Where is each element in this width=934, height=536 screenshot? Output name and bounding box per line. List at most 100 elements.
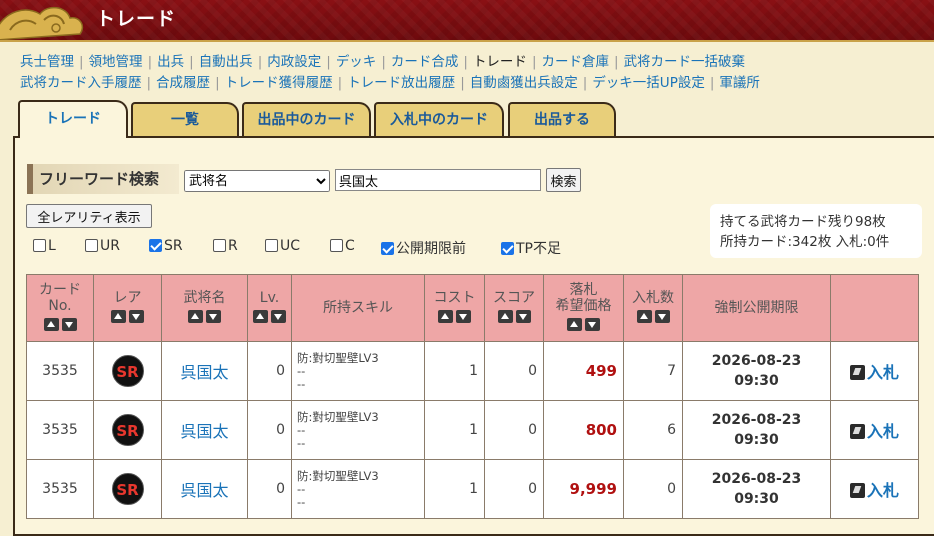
nav-link[interactable]: 内政設定 — [267, 54, 321, 70]
tab-listed-cards[interactable]: 出品中のカード — [242, 102, 371, 136]
sort-buttons[interactable] — [636, 309, 670, 323]
col-cost[interactable]: コスト — [424, 274, 485, 342]
bid-button[interactable]: 入札 — [867, 422, 899, 441]
nav-link[interactable]: 合成履歴 — [156, 75, 210, 91]
sort-buttons[interactable] — [497, 309, 531, 323]
sort-buttons[interactable] — [438, 309, 471, 323]
sort-desc-icon[interactable] — [585, 317, 600, 331]
deadline-time: 09:30 — [734, 373, 779, 389]
checkbox[interactable] — [330, 239, 343, 252]
col-price[interactable]: 落札 希望価格 — [543, 274, 624, 342]
nav-link[interactable]: デッキ一括UP設定 — [592, 75, 705, 91]
checkbox[interactable] — [265, 239, 278, 252]
nav-separator: | — [146, 75, 152, 91]
nav-link[interactable]: トレード獲得履歴 — [225, 75, 333, 91]
sort-desc-icon[interactable] — [61, 317, 77, 331]
tab-trade[interactable]: トレード — [18, 100, 128, 138]
filter-sr[interactable]: SR — [149, 238, 183, 254]
hammer-icon[interactable] — [849, 365, 865, 380]
checkbox[interactable] — [501, 242, 514, 255]
filter-公開期限前[interactable]: 公開期限前 — [381, 238, 466, 258]
filter-l[interactable]: L — [33, 238, 56, 254]
search-input[interactable] — [335, 169, 541, 191]
sort-desc-icon[interactable] — [129, 309, 144, 323]
sort-asc-icon[interactable] — [438, 309, 453, 323]
filter-label: R — [228, 238, 238, 254]
filter-ur[interactable]: UR — [85, 238, 120, 254]
skill-2: -- — [297, 422, 306, 437]
sort-asc-icon[interactable] — [636, 309, 652, 323]
checkbox[interactable] — [213, 239, 226, 252]
tab-list[interactable]: 一覧 — [131, 102, 239, 136]
col-action — [830, 274, 919, 342]
checkbox[interactable] — [85, 239, 98, 252]
sort-asc-icon[interactable] — [43, 317, 59, 331]
nav-link[interactable]: トレード放出履歴 — [347, 75, 455, 91]
nav-link[interactable]: 武将カード一括破棄 — [624, 54, 746, 70]
col-score[interactable]: スコア — [484, 274, 544, 342]
filter-uc[interactable]: UC — [265, 238, 300, 254]
checkbox[interactable] — [33, 239, 46, 252]
sort-asc-icon[interactable] — [497, 309, 513, 323]
skills-cell: 防:對切聖壁LV3 -- -- — [291, 341, 425, 401]
nav-link[interactable]: 自動出兵 — [199, 54, 253, 70]
deadline-time: 09:30 — [734, 432, 779, 448]
tab-sell[interactable]: 出品する — [508, 102, 616, 136]
sort-buttons[interactable] — [188, 309, 221, 323]
card-cost: 1 — [424, 341, 485, 401]
search-button[interactable]: 検索 — [546, 168, 581, 192]
card-cost: 1 — [424, 400, 485, 460]
search-field-select[interactable]: 武将名 — [184, 170, 330, 192]
sort-asc-icon[interactable] — [188, 309, 203, 323]
sort-desc-icon[interactable] — [456, 309, 471, 323]
nav-link[interactable]: 武将カード入手履歴 — [20, 75, 142, 91]
rarity-cell: SR — [93, 459, 162, 519]
filter-tp不足[interactable]: TP不足 — [501, 238, 561, 258]
sort-buttons[interactable] — [111, 309, 144, 323]
sort-desc-icon[interactable] — [515, 309, 531, 323]
general-name-link[interactable]: 呉国太 — [161, 341, 248, 401]
sort-buttons[interactable] — [253, 309, 286, 323]
show-all-rarity-button[interactable]: 全レアリティ表示 — [26, 204, 152, 228]
deadline-cell: 2026-08-23 09:30 — [682, 341, 831, 401]
nav-link[interactable]: カード倉庫 — [542, 54, 610, 70]
sort-buttons[interactable] — [567, 317, 600, 331]
nav-link[interactable]: 軍議所 — [719, 75, 760, 91]
filter-label: 公開期限前 — [396, 241, 466, 257]
sort-asc-icon[interactable] — [567, 317, 582, 331]
nav-link[interactable]: 領地管理 — [89, 54, 143, 70]
col-name[interactable]: 武将名 — [161, 274, 248, 342]
nav-link[interactable]: 兵士管理 — [20, 54, 74, 70]
filter-c[interactable]: C — [330, 238, 355, 254]
sort-desc-icon[interactable] — [206, 309, 221, 323]
hammer-icon[interactable] — [849, 424, 865, 439]
general-name-link[interactable]: 呉国太 — [161, 459, 248, 519]
col-rare[interactable]: レア — [93, 274, 162, 342]
sort-desc-icon[interactable] — [271, 309, 286, 323]
sort-asc-icon[interactable] — [253, 309, 268, 323]
general-name-link[interactable]: 呉国太 — [161, 400, 248, 460]
tab-bidding-cards[interactable]: 入札中のカード — [374, 102, 504, 136]
sr-rarity-icon: SR — [111, 473, 144, 505]
nav-link[interactable]: 自動鹵獲出兵設定 — [470, 75, 578, 91]
col-card-no[interactable]: カード No. — [26, 274, 94, 342]
nav-link[interactable]: デッキ — [336, 54, 377, 70]
sort-desc-icon[interactable] — [654, 309, 670, 323]
checkbox[interactable] — [381, 242, 394, 255]
col-lv[interactable]: Lv. — [247, 274, 292, 342]
nav-link[interactable]: 出兵 — [157, 54, 184, 70]
bid-button[interactable]: 入札 — [867, 481, 899, 500]
col-bids[interactable]: 入札数 — [623, 274, 683, 342]
hammer-icon[interactable] — [849, 483, 865, 498]
trade-panel: フリーワード検索 武将名 検索 全レアリティ表示 L UR SR R UC C 公開期限前 T… — [13, 136, 934, 536]
card-level: 0 — [247, 459, 292, 519]
deadline-date: 2026-08-23 — [711, 471, 802, 487]
sort-buttons[interactable] — [43, 317, 77, 331]
bid-cell: 入札 — [830, 400, 919, 460]
sr-rarity-icon: SR — [111, 355, 144, 387]
checkbox[interactable] — [149, 239, 162, 252]
nav-link[interactable]: カード合成 — [391, 54, 459, 70]
filter-r[interactable]: R — [213, 238, 238, 254]
sort-asc-icon[interactable] — [111, 309, 126, 323]
bid-button[interactable]: 入札 — [867, 363, 899, 382]
